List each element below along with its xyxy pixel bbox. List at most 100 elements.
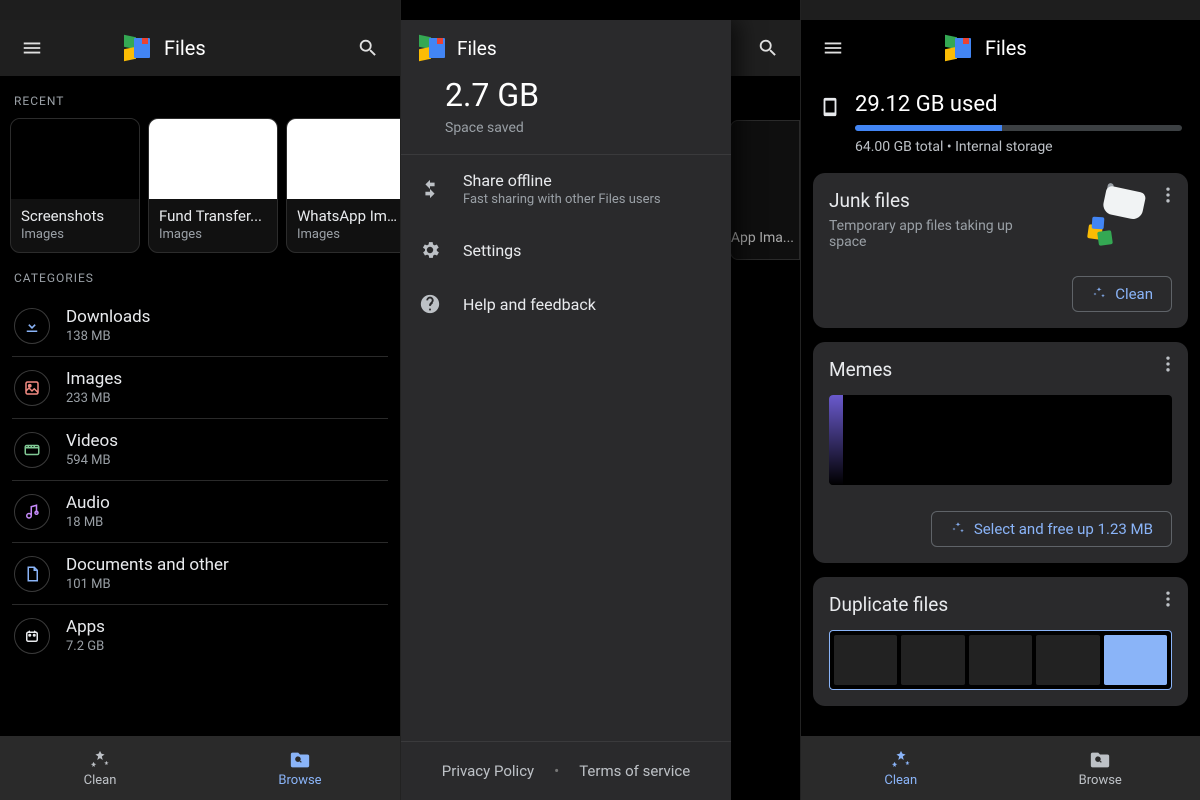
drawer-item-help[interactable]: Help and feedback xyxy=(401,277,731,331)
categories-label: CATEGORIES xyxy=(0,253,400,295)
card-memes: Memes Select and free up 1.23 MB xyxy=(813,342,1188,563)
recent-card-screenshots[interactable]: Screenshots Images xyxy=(10,118,140,253)
drawer-item-share-offline[interactable]: Share offline Fast sharing with other Fi… xyxy=(401,155,731,223)
recent-name: Fund Transfer... xyxy=(159,207,267,225)
category-name: Documents and other xyxy=(66,555,229,575)
card-sub: Temporary app files taking up space xyxy=(829,218,1049,250)
category-size: 138 MB xyxy=(66,329,150,344)
clean-cards: Junk files Temporary app files taking up… xyxy=(801,163,1200,706)
recent-sub: Images xyxy=(297,227,400,242)
recent-label: RECENT xyxy=(0,76,400,118)
category-videos[interactable]: Videos 594 MB xyxy=(12,419,388,481)
drawer-item-label: Settings xyxy=(463,241,521,260)
drawer-footer: Privacy Policy • Terms of service xyxy=(401,741,731,800)
download-icon xyxy=(14,308,50,344)
broom-icon xyxy=(1088,189,1144,245)
navigation-drawer: Files 2.7 GB Space saved Share offline F… xyxy=(401,20,731,800)
image-icon xyxy=(14,370,50,406)
category-documents[interactable]: Documents and other 101 MB xyxy=(12,543,388,605)
background-text: sApp Ima... xyxy=(724,230,794,246)
more-icon[interactable] xyxy=(1158,185,1178,209)
space-saved-label: Space saved xyxy=(445,120,687,136)
memes-thumbnails[interactable] xyxy=(829,395,1172,485)
category-name: Images xyxy=(66,369,122,389)
clean-button-label: Clean xyxy=(1115,285,1153,303)
select-free-button[interactable]: Select and free up 1.23 MB xyxy=(931,511,1172,547)
category-audio[interactable]: Audio 18 MB xyxy=(12,481,388,543)
nav-browse[interactable]: Browse xyxy=(200,736,400,800)
recent-sub: Images xyxy=(159,227,267,242)
nav-browse-label: Browse xyxy=(1079,773,1122,788)
hamburger-icon[interactable] xyxy=(813,28,853,68)
recent-thumb xyxy=(287,119,400,199)
drawer-item-settings[interactable]: Settings xyxy=(401,223,731,277)
nav-clean-label: Clean xyxy=(84,773,117,788)
recent-name: WhatsApp Ima... xyxy=(297,207,400,225)
browse-screen: Files RECENT Screenshots Images Fund Tra… xyxy=(0,0,400,800)
recent-thumb xyxy=(149,119,277,199)
nav-clean[interactable]: Clean xyxy=(0,736,200,800)
search-icon[interactable] xyxy=(748,28,788,68)
storage-summary: 29.12 GB used 64.00 GB total • Internal … xyxy=(801,76,1200,163)
space-saved-block: 2.7 GB Space saved xyxy=(401,76,731,154)
category-images[interactable]: Images 233 MB xyxy=(12,357,388,419)
app-bar: Files xyxy=(0,20,400,76)
card-duplicate-files: Duplicate files xyxy=(813,577,1188,706)
status-bar xyxy=(0,0,400,20)
storage-bar xyxy=(855,125,1182,131)
category-size: 233 MB xyxy=(66,391,122,406)
more-icon[interactable] xyxy=(1158,354,1178,378)
apps-icon xyxy=(14,618,50,654)
hamburger-icon[interactable] xyxy=(12,28,52,68)
recent-card-whatsapp[interactable]: WhatsApp Ima... Images xyxy=(286,118,400,253)
audio-icon xyxy=(14,494,50,530)
more-icon[interactable] xyxy=(1158,589,1178,613)
category-name: Apps xyxy=(66,617,105,637)
drawer-screen: sApp Ima... Files 2.7 GB Space saved Sha… xyxy=(400,0,800,800)
app-title: Files xyxy=(985,36,1027,60)
clean-screen: Files 29.12 GB used 64.00 GB total • Int… xyxy=(800,0,1200,800)
drawer-item-sub: Fast sharing with other Files users xyxy=(463,192,661,207)
card-junk-files: Junk files Temporary app files taking up… xyxy=(813,173,1188,328)
categories-list: Downloads 138 MB Images 233 MB Videos 594 M… xyxy=(0,295,400,666)
category-size: 101 MB xyxy=(66,577,229,592)
files-logo-icon xyxy=(124,36,148,60)
nav-clean-label: Clean xyxy=(884,773,917,788)
storage-bar-fill xyxy=(855,125,1002,131)
recent-sub: Images xyxy=(21,227,129,242)
category-name: Videos xyxy=(66,431,118,451)
category-apps[interactable]: Apps 7.2 GB xyxy=(12,605,388,666)
space-saved-value: 2.7 GB xyxy=(445,76,687,114)
category-downloads[interactable]: Downloads 138 MB xyxy=(12,295,388,357)
category-size: 7.2 GB xyxy=(66,639,105,654)
files-logo-icon xyxy=(945,36,969,60)
drawer-title: Files xyxy=(457,37,497,60)
category-name: Downloads xyxy=(66,307,150,327)
category-name: Audio xyxy=(66,493,110,513)
storage-used: 29.12 GB used xyxy=(855,92,1182,117)
status-bar xyxy=(801,0,1200,20)
recent-name: Screenshots xyxy=(21,207,129,225)
duplicate-thumbnails[interactable] xyxy=(829,630,1172,690)
bottom-nav: Clean Browse xyxy=(801,736,1200,800)
video-icon xyxy=(14,432,50,468)
terms-link[interactable]: Terms of service xyxy=(579,762,690,780)
app-bar: Files xyxy=(801,20,1200,76)
nav-browse[interactable]: Browse xyxy=(1001,736,1200,800)
category-size: 594 MB xyxy=(66,453,118,468)
recent-thumb xyxy=(11,119,139,199)
drawer-item-label: Share offline xyxy=(463,171,661,190)
recent-card-fund-transfer[interactable]: Fund Transfer... Images xyxy=(148,118,278,253)
nav-clean[interactable]: Clean xyxy=(801,736,1001,800)
document-icon xyxy=(14,556,50,592)
clean-button[interactable]: Clean xyxy=(1072,276,1172,312)
recent-row: Screenshots Images Fund Transfer... Imag… xyxy=(0,118,400,253)
dot-separator: • xyxy=(554,762,559,780)
nav-browse-label: Browse xyxy=(278,773,321,788)
privacy-link[interactable]: Privacy Policy xyxy=(442,762,534,780)
storage-total: 64.00 GB total • Internal storage xyxy=(855,139,1182,155)
search-icon[interactable] xyxy=(348,28,388,68)
category-size: 18 MB xyxy=(66,515,110,530)
card-title: Duplicate files xyxy=(829,593,1172,616)
phone-icon xyxy=(819,96,841,118)
